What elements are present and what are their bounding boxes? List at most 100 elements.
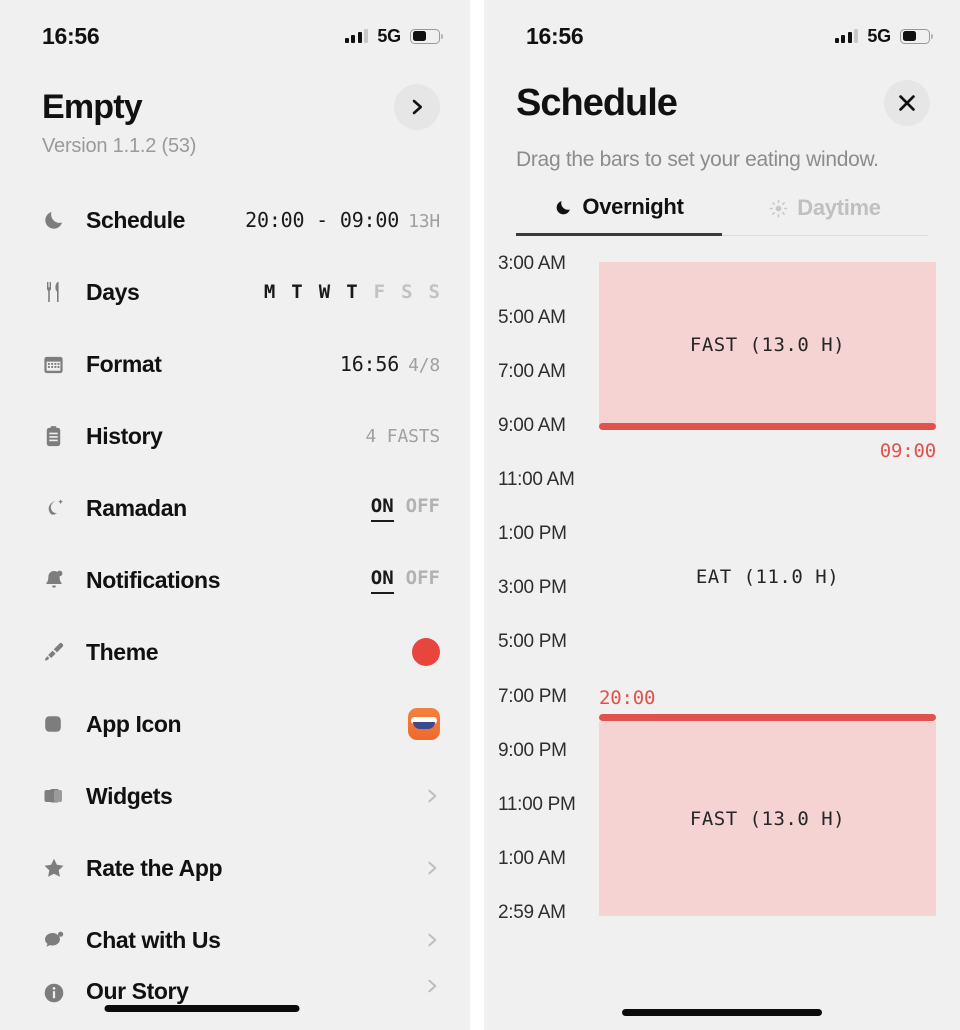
panel-divider bbox=[470, 0, 484, 1030]
sidebar-item-chat-with-us[interactable]: Chat with Us bbox=[0, 904, 470, 976]
moon-icon bbox=[42, 205, 76, 235]
app-icon-preview[interactable] bbox=[408, 708, 440, 740]
axis-tick: 1:00 PM bbox=[498, 523, 567, 544]
sidebar-item-notifications[interactable]: Notifications ON OFF bbox=[0, 544, 470, 616]
moon-icon bbox=[554, 198, 573, 217]
sidebar-item-theme[interactable]: Theme bbox=[0, 616, 470, 688]
page-title: Empty bbox=[42, 87, 143, 126]
chevron-right-icon bbox=[424, 978, 440, 994]
axis-tick: 7:00 PM bbox=[498, 686, 567, 707]
cutlery-icon bbox=[42, 277, 76, 307]
chevron-right-icon bbox=[424, 860, 440, 876]
tab-overnight[interactable]: Overnight bbox=[516, 194, 722, 236]
sidebar-item-label: Our Story bbox=[86, 978, 189, 1004]
sidebar-item-days[interactable]: Days M T W T F S S bbox=[0, 256, 470, 328]
settings-screen: 16:56 5G Empty Version 1.1.2 (53) Schedu… bbox=[0, 0, 470, 1030]
app-version-label: Version 1.1.2 (53) bbox=[42, 135, 197, 157]
close-button[interactable] bbox=[884, 80, 930, 126]
sidebar-item-widgets[interactable]: Widgets bbox=[0, 760, 470, 832]
close-icon bbox=[899, 95, 915, 111]
bell-icon bbox=[42, 565, 76, 595]
status-bar-indicators: 5G bbox=[834, 25, 933, 47]
sidebar-item-label: Notifications bbox=[86, 566, 221, 593]
home-indicator[interactable] bbox=[104, 1005, 300, 1012]
sidebar-item-history[interactable]: History 4 FASTS bbox=[0, 400, 470, 472]
fast-start-time-label: 20:00 bbox=[599, 687, 656, 709]
notifications-off-option[interactable]: OFF bbox=[406, 567, 440, 589]
theme-color-swatch[interactable] bbox=[412, 638, 440, 666]
status-bar-time: 16:56 bbox=[42, 22, 100, 49]
fast-end-time-label: 09:00 bbox=[879, 440, 936, 462]
sidebar-item-label: Rate the App bbox=[86, 854, 223, 881]
axis-tick: 5:00 AM bbox=[498, 307, 566, 328]
schedule-screen: 16:56 5G Schedule Drag the bars to set y… bbox=[484, 0, 960, 1030]
schedule-range: 20:00 - 09:00 bbox=[245, 208, 400, 232]
battery-icon bbox=[410, 28, 443, 44]
format-ratio: 4/8 bbox=[408, 355, 440, 376]
clipboard-icon bbox=[42, 421, 76, 451]
axis-tick: 2:59 AM bbox=[498, 902, 566, 923]
settings-header: Empty Version 1.1.2 (53) bbox=[0, 58, 470, 158]
day-thu: T bbox=[346, 281, 358, 303]
sidebar-item-ramadan[interactable]: Ramadan ON OFF bbox=[0, 472, 470, 544]
sidebar-item-rate-the-app[interactable]: Rate the App bbox=[0, 832, 470, 904]
schedule-tabs: Overnight Daytime bbox=[516, 194, 928, 236]
network-type-label: 5G bbox=[867, 25, 891, 46]
schedule-chart[interactable]: 3:00 AM 5:00 AM 7:00 AM 9:00 AM 11:00 AM… bbox=[484, 246, 960, 946]
info-icon bbox=[42, 978, 76, 1008]
axis-tick: 11:00 AM bbox=[498, 469, 575, 490]
axis-tick: 11:00 PM bbox=[498, 794, 576, 815]
sidebar-item-schedule[interactable]: Schedule 20:00 - 09:00 13H bbox=[0, 184, 470, 256]
sun-icon bbox=[769, 199, 788, 218]
status-bar: 16:56 5G bbox=[0, 0, 470, 58]
axis-tick: 5:00 PM bbox=[498, 631, 567, 652]
tab-label: Daytime bbox=[797, 195, 881, 220]
days-value: M T W T F S S bbox=[264, 281, 440, 303]
chevron-right-icon bbox=[424, 788, 440, 804]
sidebar-item-label: History bbox=[86, 422, 163, 449]
fast-start-handle[interactable] bbox=[599, 714, 936, 721]
cellular-bars-icon bbox=[834, 29, 859, 43]
axis-tick: 9:00 PM bbox=[498, 740, 567, 761]
axis-tick: 3:00 PM bbox=[498, 577, 567, 598]
notifications-toggle[interactable]: ON OFF bbox=[370, 567, 440, 594]
tab-daytime[interactable]: Daytime bbox=[722, 194, 928, 236]
battery-icon bbox=[900, 28, 933, 44]
history-count: 4 FASTS bbox=[365, 425, 441, 447]
day-wed: W bbox=[318, 281, 331, 303]
notifications-on-option[interactable]: ON bbox=[370, 567, 394, 594]
sidebar-item-label: Days bbox=[86, 278, 140, 305]
format-value: 16:56 4/8 bbox=[340, 352, 440, 376]
sidebar-item-label: Theme bbox=[86, 638, 159, 665]
ramadan-toggle[interactable]: ON OFF bbox=[370, 495, 440, 522]
ramadan-on-option[interactable]: ON bbox=[370, 495, 394, 522]
format-time: 16:56 bbox=[339, 352, 400, 376]
sidebar-item-app-icon[interactable]: App Icon bbox=[0, 688, 470, 760]
sidebar-item-label: Format bbox=[86, 350, 162, 377]
page-title: Schedule bbox=[516, 81, 678, 124]
fast-block-morning: FAST (13.0 H) bbox=[599, 262, 936, 426]
fast-end-handle[interactable] bbox=[599, 423, 936, 430]
schedule-subtitle: Drag the bars to set your eating window. bbox=[516, 148, 879, 171]
axis-tick: 9:00 AM bbox=[498, 415, 566, 436]
status-bar-indicators: 5G bbox=[344, 26, 443, 47]
history-value: 4 FASTS bbox=[365, 425, 441, 447]
sidebar-item-label: App Icon bbox=[86, 710, 182, 737]
axis-tick: 3:00 AM bbox=[498, 253, 566, 274]
forward-button[interactable] bbox=[394, 84, 440, 130]
ramadan-off-option[interactable]: OFF bbox=[406, 495, 440, 517]
calendar-icon bbox=[42, 349, 76, 379]
paintbrush-icon bbox=[42, 637, 76, 667]
axis-tick: 1:00 AM bbox=[498, 848, 566, 869]
sidebar-item-format[interactable]: Format 16:56 4/8 bbox=[0, 328, 470, 400]
crescent-star-icon bbox=[42, 493, 76, 523]
chat-bubble-icon bbox=[42, 925, 76, 955]
status-bar: 16:56 5G bbox=[484, 0, 960, 58]
fast-block-label: FAST (13.0 H) bbox=[689, 334, 846, 356]
screenshot-root: 16:56 5G Empty Version 1.1.2 (53) Schedu… bbox=[0, 0, 960, 1030]
square-icon bbox=[42, 709, 76, 739]
status-bar-time: 16:56 bbox=[526, 22, 584, 49]
chevron-right-icon bbox=[424, 932, 440, 948]
home-indicator[interactable] bbox=[622, 1009, 822, 1016]
day-sun: S bbox=[428, 281, 440, 303]
